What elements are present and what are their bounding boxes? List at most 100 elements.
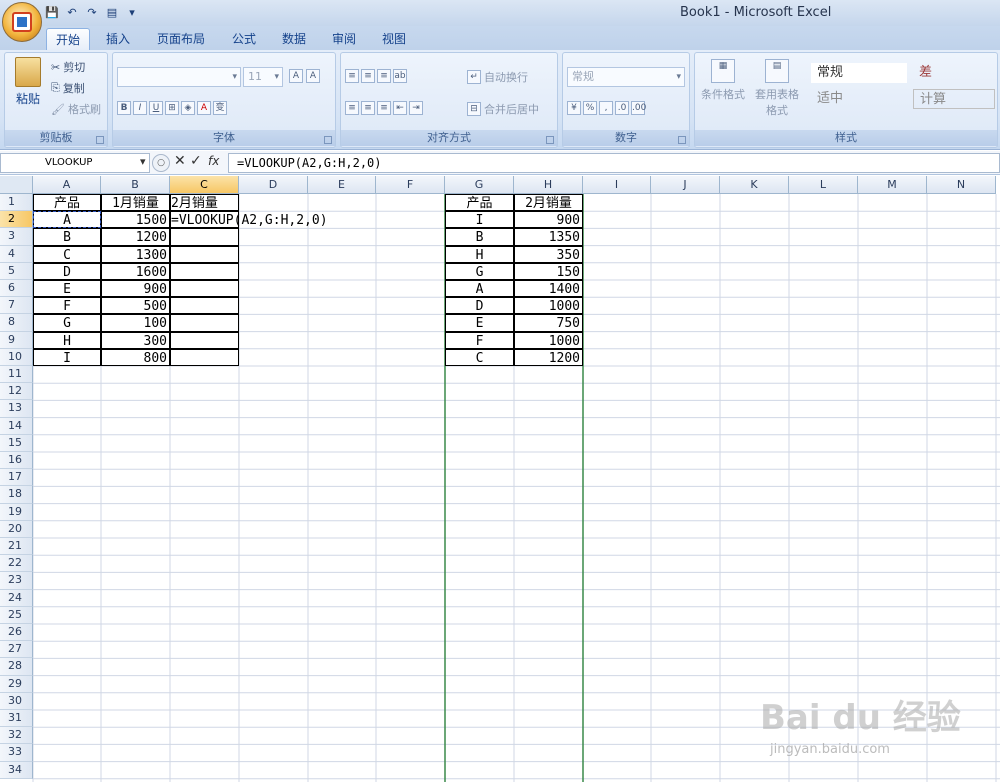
font-size-combo[interactable]: 11: [243, 67, 283, 87]
row-header-8[interactable]: 8: [0, 314, 33, 332]
row-header-2[interactable]: 2: [0, 211, 33, 229]
increase-decimal-icon[interactable]: .0: [615, 101, 629, 115]
print-preview-icon[interactable]: ▤: [104, 5, 120, 21]
border-icon[interactable]: ⊞: [165, 101, 179, 115]
column-header-D[interactable]: D: [239, 176, 308, 194]
table1-product[interactable]: I: [33, 348, 101, 366]
row-header-26[interactable]: 26: [0, 624, 33, 642]
table1-feb-sales[interactable]: [170, 297, 239, 315]
cut-button[interactable]: ✂ 剪切: [51, 59, 85, 75]
dialog-launcher-icon[interactable]: [96, 136, 104, 144]
italic-icon[interactable]: I: [133, 101, 147, 115]
row-header-6[interactable]: 6: [0, 280, 33, 298]
column-header-I[interactable]: I: [583, 176, 651, 194]
table1-feb-sales[interactable]: [170, 245, 239, 263]
table2-feb-sales[interactable]: 1000: [514, 331, 583, 349]
row-header-33[interactable]: 33: [0, 744, 33, 762]
row-header-5[interactable]: 5: [0, 262, 33, 280]
table1-product[interactable]: H: [33, 331, 101, 349]
table2-header[interactable]: 产品: [445, 194, 514, 212]
column-header-B[interactable]: B: [101, 176, 170, 194]
align-center-icon[interactable]: ≡: [361, 101, 375, 115]
table2-product[interactable]: B: [445, 228, 514, 246]
dialog-launcher-icon[interactable]: [324, 136, 332, 144]
style-normal[interactable]: 常规: [811, 63, 907, 83]
row-header-20[interactable]: 20: [0, 520, 33, 538]
tab-insert[interactable]: 插入: [100, 28, 136, 50]
column-header-C[interactable]: C: [170, 176, 239, 194]
table2-product[interactable]: D: [445, 297, 514, 315]
table2-product[interactable]: E: [445, 314, 514, 332]
tab-view[interactable]: 视图: [374, 28, 414, 50]
align-middle-icon[interactable]: ≡: [361, 69, 375, 83]
tab-formulas[interactable]: 公式: [224, 28, 264, 50]
bold-icon[interactable]: B: [117, 101, 131, 115]
tab-review[interactable]: 审阅: [324, 28, 364, 50]
table1-feb-sales[interactable]: [170, 331, 239, 349]
row-header-3[interactable]: 3: [0, 228, 33, 246]
row-header-1[interactable]: 1: [0, 194, 33, 212]
table2-feb-sales[interactable]: 150: [514, 262, 583, 280]
row-header-11[interactable]: 11: [0, 366, 33, 384]
table1-jan-sales[interactable]: 1500: [101, 211, 170, 229]
formula-input[interactable]: =VLOOKUP(A2,G:H,2,0): [228, 153, 1000, 173]
row-header-32[interactable]: 32: [0, 727, 33, 745]
table1-jan-sales[interactable]: 1300: [101, 245, 170, 263]
save-icon[interactable]: 💾: [44, 5, 60, 21]
row-header-10[interactable]: 10: [0, 348, 33, 366]
table1-product[interactable]: F: [33, 297, 101, 315]
column-header-K[interactable]: K: [720, 176, 789, 194]
grow-font-icon[interactable]: A: [289, 69, 303, 83]
table1-feb-sales[interactable]: [170, 314, 239, 332]
column-header-N[interactable]: N: [927, 176, 996, 194]
table2-feb-sales[interactable]: 1200: [514, 348, 583, 366]
table1-header[interactable]: 1月销量: [101, 194, 170, 212]
row-header-12[interactable]: 12: [0, 383, 33, 401]
tab-page-layout[interactable]: 页面布局: [150, 28, 212, 50]
comma-style-icon[interactable]: ,: [599, 101, 613, 115]
collapse-icon[interactable]: ○: [152, 154, 170, 172]
name-box-dropdown-icon[interactable]: ▾: [140, 155, 146, 168]
table1-jan-sales[interactable]: 100: [101, 314, 170, 332]
wrap-text-button[interactable]: ↵ 自动换行: [467, 69, 528, 85]
row-header-16[interactable]: 16: [0, 452, 33, 470]
row-header-29[interactable]: 29: [0, 675, 33, 693]
table2-product[interactable]: F: [445, 331, 514, 349]
table1-feb-sales[interactable]: [170, 228, 239, 246]
column-header-A[interactable]: A: [33, 176, 101, 194]
decrease-indent-icon[interactable]: ⇤: [393, 101, 407, 115]
dialog-launcher-icon[interactable]: [678, 136, 686, 144]
table1-product[interactable]: C: [33, 245, 101, 263]
align-bottom-icon[interactable]: ≡: [377, 69, 391, 83]
table2-feb-sales[interactable]: 750: [514, 314, 583, 332]
table2-feb-sales[interactable]: 350: [514, 245, 583, 263]
table2-product[interactable]: I: [445, 211, 514, 229]
style-calculation[interactable]: 计算: [913, 89, 995, 109]
align-left-icon[interactable]: ≡: [345, 101, 359, 115]
table1-feb-sales[interactable]: [170, 348, 239, 366]
tab-home[interactable]: 开始: [46, 28, 90, 50]
row-header-9[interactable]: 9: [0, 331, 33, 349]
table1-product[interactable]: D: [33, 262, 101, 280]
row-header-22[interactable]: 22: [0, 555, 33, 573]
copy-button[interactable]: ⎘ 复制: [51, 80, 85, 96]
table2-product[interactable]: C: [445, 348, 514, 366]
orientation-icon[interactable]: ab: [393, 69, 407, 83]
style-bad[interactable]: 差: [913, 63, 995, 83]
enter-icon[interactable]: ✓: [190, 153, 202, 169]
column-header-E[interactable]: E: [308, 176, 376, 194]
table1-feb-sales[interactable]: [170, 280, 239, 298]
font-color-icon[interactable]: A: [197, 101, 211, 115]
row-header-25[interactable]: 25: [0, 606, 33, 624]
row-header-27[interactable]: 27: [0, 641, 33, 659]
table2-feb-sales[interactable]: 900: [514, 211, 583, 229]
underline-icon[interactable]: U: [149, 101, 163, 115]
row-header-28[interactable]: 28: [0, 658, 33, 676]
select-all-corner[interactable]: [0, 176, 33, 194]
undo-icon[interactable]: ↶: [64, 5, 80, 21]
table2-header[interactable]: 2月销量: [514, 194, 583, 212]
table1-product[interactable]: B: [33, 228, 101, 246]
table1-product[interactable]: G: [33, 314, 101, 332]
font-name-combo[interactable]: [117, 67, 241, 87]
row-header-4[interactable]: 4: [0, 245, 33, 263]
